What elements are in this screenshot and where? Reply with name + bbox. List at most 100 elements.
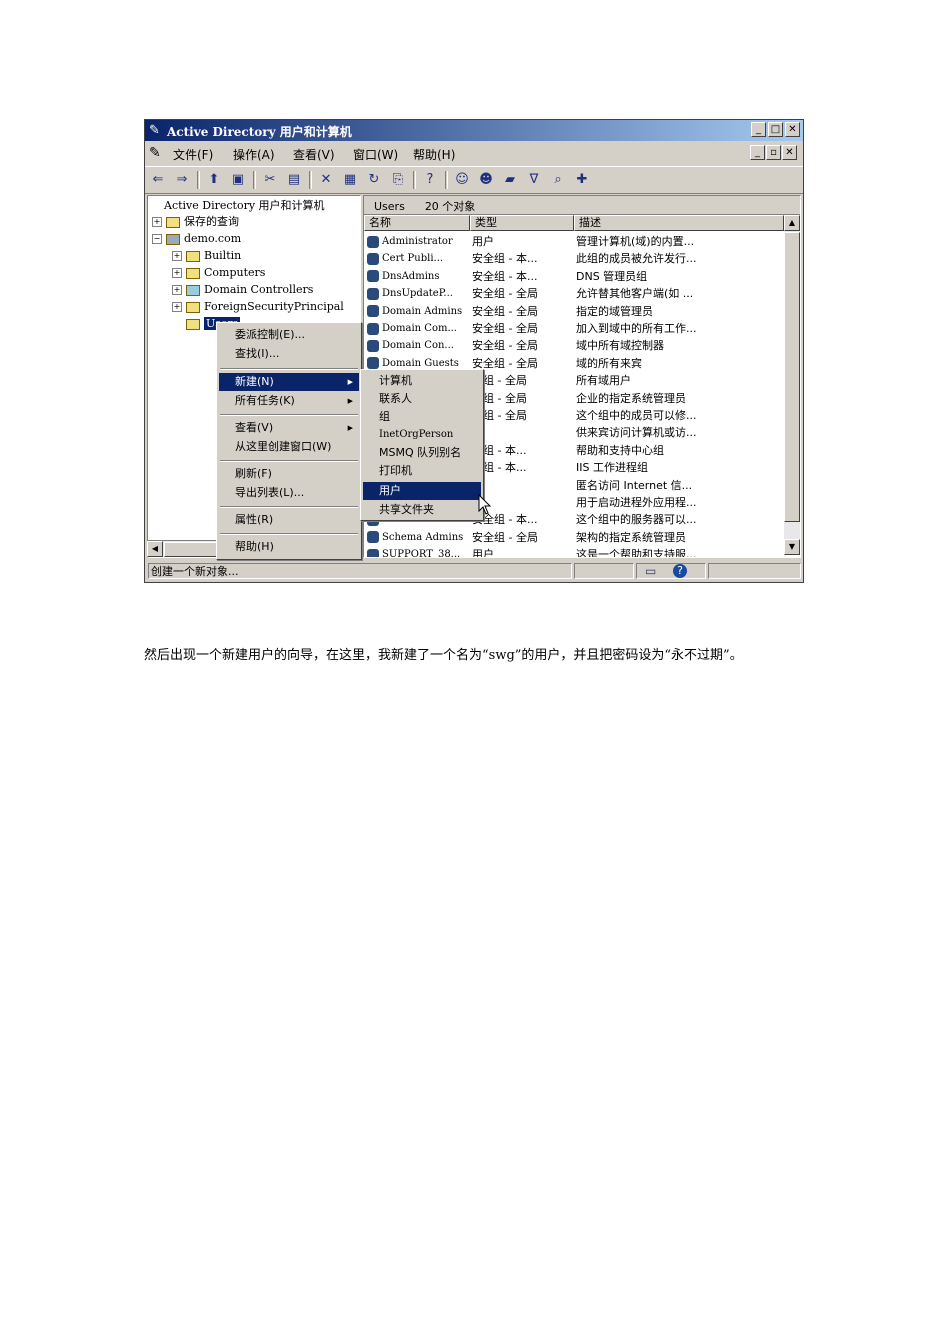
- ou-icon: [186, 284, 200, 296]
- find-icon[interactable]: ⌕: [549, 171, 567, 189]
- close-button[interactable]: ✕: [785, 122, 800, 137]
- scroll-up-button[interactable]: ▲: [784, 215, 800, 231]
- new-ou-icon[interactable]: ▰: [501, 171, 519, 189]
- table-row[interactable]: DnsUpdateP... 安全组 - 全局 允许替其他客户端(如 ...: [364, 285, 784, 302]
- submenu-arrow-icon: ▶: [347, 424, 353, 432]
- back-icon[interactable]: ⇐: [149, 171, 167, 189]
- object-count: 20 个对象: [424, 200, 476, 213]
- menu-item-find[interactable]: 查找(I)...: [219, 345, 359, 363]
- show-tree-icon[interactable]: ▣: [229, 171, 247, 189]
- group-icon: [367, 287, 379, 300]
- cell-name: DnsUpdateP...: [382, 288, 453, 300]
- cell-description: 指定的域管理员: [576, 304, 653, 318]
- group-icon: [367, 252, 379, 265]
- submenu-item-inetorgperson[interactable]: InetOrgPerson: [363, 426, 481, 444]
- tree-item-domain-controllers[interactable]: + Domain Controllers: [172, 282, 313, 298]
- menu-item-new[interactable]: 新建(N) ▶: [219, 373, 359, 391]
- cell-name: Administrator: [382, 236, 453, 247]
- domain-icon: [166, 233, 180, 245]
- menu-view[interactable]: 查看(V): [293, 146, 335, 163]
- properties-icon[interactable]: ▦: [341, 171, 359, 189]
- export-icon[interactable]: ⎘: [389, 171, 407, 189]
- mdi-restore-button[interactable]: ▫: [766, 145, 781, 160]
- status-panel: [574, 563, 634, 579]
- menu-help[interactable]: 帮助(H): [413, 146, 455, 163]
- table-row[interactable]: DnsAdmins 安全组 - 本... DNS 管理员组: [364, 268, 784, 285]
- details-header: Users 20 个对象: [364, 196, 800, 215]
- up-level-icon[interactable]: ⬆: [205, 171, 223, 189]
- submenu-item-computer[interactable]: 计算机: [363, 372, 481, 390]
- tree-item-builtin[interactable]: + Builtin: [172, 248, 241, 264]
- menu-item-refresh[interactable]: 刷新(F): [219, 465, 359, 483]
- table-row[interactable]: SUPPORT_38... 用户 这是一个帮助和支持服...: [364, 546, 784, 558]
- mdi-minimize-button[interactable]: _: [750, 145, 765, 160]
- table-row[interactable]: Domain Com... 安全组 - 全局 加入到域中的所有工作...: [364, 320, 784, 337]
- forward-icon[interactable]: ⇒: [173, 171, 191, 189]
- caption-paragraph: 然后出现一个新建用户的向导，在这里，我新建了一个名为“swg”的用户，并且把密码…: [144, 648, 743, 663]
- menu-file[interactable]: 文件(F): [173, 146, 213, 163]
- submenu-item-printer[interactable]: 打印机: [363, 462, 481, 480]
- table-row[interactable]: Cert Publi... 安全组 - 本... 此组的成员被允许发行...: [364, 250, 784, 267]
- menu-item-delegate-control[interactable]: 委派控制(E)...: [219, 326, 359, 344]
- minimize-button[interactable]: _: [751, 122, 766, 137]
- column-header-description[interactable]: 描述: [574, 215, 784, 231]
- scroll-left-button[interactable]: ◀: [147, 541, 163, 557]
- paste-icon[interactable]: ▤: [285, 171, 303, 189]
- submenu-item-msmq-alias[interactable]: MSMQ 队列别名: [363, 444, 481, 462]
- tree-item-computers[interactable]: + Computers: [172, 265, 265, 281]
- title-bar[interactable]: ✎ Active Directory 用户和计算机 _ □ ✕: [145, 120, 803, 141]
- cell-description: 企业的指定系统管理员: [576, 391, 686, 405]
- menu-item-all-tasks[interactable]: 所有任务(K) ▶: [219, 392, 359, 410]
- list-vertical-scrollbar[interactable]: ▲ ▼: [784, 215, 800, 555]
- menu-separator: [220, 460, 358, 462]
- cell-type: 用户: [472, 235, 494, 248]
- maximize-button[interactable]: □: [768, 122, 783, 137]
- mdi-close-button[interactable]: ✕: [782, 145, 797, 160]
- tree-item-foreign-security[interactable]: + ForeignSecurityPrincipal: [172, 299, 344, 315]
- folder-name: Users: [374, 200, 405, 213]
- expand-icon: +: [172, 251, 182, 261]
- submenu-item-shared-folder[interactable]: 共享文件夹: [363, 501, 481, 519]
- menu-item-new-window[interactable]: 从这里创建窗口(W): [219, 438, 359, 456]
- submenu-item-contact[interactable]: 联系人: [363, 390, 481, 408]
- scroll-down-button[interactable]: ▼: [784, 539, 800, 555]
- scroll-thumb[interactable]: [784, 232, 800, 522]
- status-text: 创建一个新对象...: [148, 563, 572, 579]
- table-row[interactable]: Schema Admins 安全组 - 全局 架构的指定系统管理员: [364, 529, 784, 546]
- user-icon: [367, 235, 379, 248]
- add-to-group-icon[interactable]: ✚: [573, 171, 591, 189]
- new-user-icon[interactable]: ☺: [453, 171, 471, 189]
- refresh-icon[interactable]: ↻: [365, 171, 383, 189]
- folder-icon: [166, 216, 180, 228]
- menu-item-properties[interactable]: 属性(R): [219, 511, 359, 529]
- cell-name: SUPPORT_38...: [382, 549, 461, 558]
- submenu-item-user[interactable]: 用户: [363, 482, 481, 500]
- delete-icon[interactable]: ✕: [317, 171, 335, 189]
- menu-item-export-list[interactable]: 导出列表(L)...: [219, 484, 359, 502]
- cell-type: 安全组 - 本...: [472, 252, 538, 266]
- submenu-arrow-icon: ▶: [347, 397, 353, 405]
- cut-icon[interactable]: ✂: [261, 171, 279, 189]
- ad-console-icon: ✎: [149, 123, 160, 138]
- table-row[interactable]: Domain Admins 安全组 - 全局 指定的域管理员: [364, 303, 784, 320]
- cell-name: DnsAdmins: [382, 270, 440, 282]
- menu-item-view[interactable]: 查看(V) ▶: [219, 419, 359, 437]
- help-icon[interactable]: ?: [421, 171, 439, 189]
- cell-description: 这是一个帮助和支持服...: [576, 548, 697, 558]
- table-row[interactable]: Administrator 用户 管理计算机(域)的内置...: [364, 233, 784, 250]
- cell-description: 允许替其他客户端(如 ...: [576, 287, 694, 301]
- tree-root[interactable]: Active Directory 用户和计算机: [150, 198, 325, 214]
- column-header-name[interactable]: 名称: [364, 215, 470, 231]
- submenu-item-group[interactable]: 组: [363, 408, 481, 426]
- menu-action[interactable]: 操作(A): [233, 146, 275, 163]
- cell-type: 安全组 - 全局: [472, 322, 538, 335]
- column-header-type[interactable]: 类型: [470, 215, 574, 231]
- tree-item-saved-queries[interactable]: + 保存的查询: [152, 214, 239, 230]
- new-group-icon[interactable]: ☻: [477, 171, 495, 189]
- filter-icon[interactable]: ∇: [525, 171, 543, 189]
- menu-window[interactable]: 窗口(W): [353, 146, 398, 163]
- console-menu-icon[interactable]: ✎: [149, 145, 161, 161]
- tree-item-domain[interactable]: − demo.com: [152, 231, 241, 247]
- table-row[interactable]: Domain Con... 安全组 - 全局 域中所有域控制器: [364, 337, 784, 354]
- menu-item-help[interactable]: 帮助(H): [219, 538, 359, 556]
